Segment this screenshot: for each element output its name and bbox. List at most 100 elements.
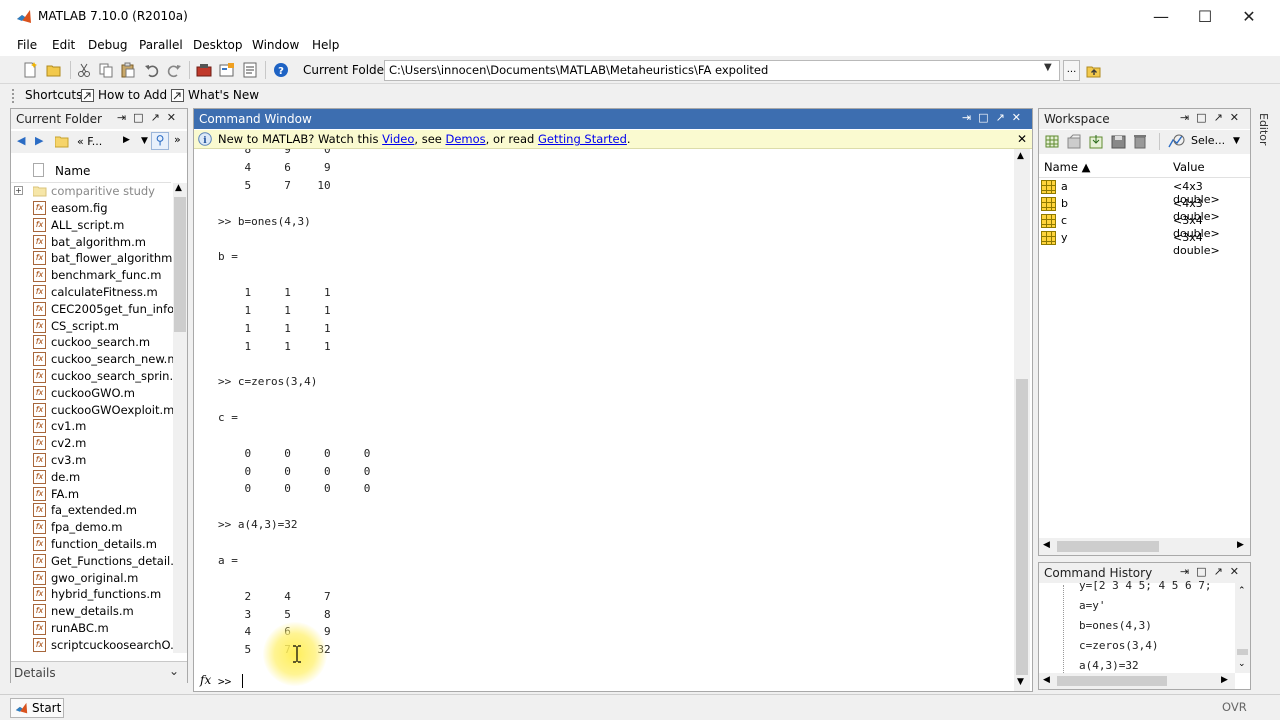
simulink-icon[interactable] — [196, 62, 212, 78]
file-row[interactable]: fx de.m — [11, 469, 173, 486]
video-link[interactable]: Video — [382, 132, 414, 146]
file-row[interactable]: fx cuckoo_search_new.m — [11, 351, 173, 368]
history-entry[interactable]: c=zeros(3,4) — [1079, 639, 1158, 652]
file-row[interactable]: fx cuckoo_search.m — [11, 334, 173, 351]
maximize-button[interactable]: ☐ — [1182, 4, 1228, 30]
workspace-variable-row[interactable]: y <3x4 double> — [1039, 230, 1250, 257]
menu-parallel[interactable]: Parallel — [139, 38, 183, 52]
file-row[interactable]: fx bat_flower_algorithm... — [11, 250, 173, 267]
scrollbar-thumb[interactable] — [1057, 541, 1159, 552]
copy-icon[interactable] — [98, 62, 114, 78]
open-folder-icon[interactable] — [46, 62, 62, 78]
history-entry[interactable]: a(4,3)=32 — [1079, 659, 1139, 672]
details-section[interactable]: Details ⌄ — [11, 661, 187, 683]
chevron-down-icon[interactable]: ▼ — [1044, 62, 1052, 73]
profiler-icon[interactable] — [242, 62, 258, 78]
file-row[interactable]: fx fpa_demo.m — [11, 519, 173, 536]
panel-controls[interactable]: ⇥□↗✕ — [1180, 565, 1246, 578]
scrollbar-thumb[interactable] — [174, 197, 186, 332]
file-row[interactable]: fx cv2.m — [11, 435, 173, 452]
panel-controls[interactable]: ⇥□↗✕ — [962, 111, 1028, 124]
file-row[interactable]: fx cuckooGWOexploit.m — [11, 402, 173, 419]
fx-icon[interactable]: fx — [200, 673, 211, 687]
file-row[interactable]: fx cuckooGWO.m — [11, 385, 173, 402]
workspace-variable-row[interactable]: b <4x3 double> — [1039, 196, 1250, 223]
search-icon[interactable]: ⚲ — [151, 132, 169, 150]
scroll-up-icon[interactable]: ⌃ — [1238, 586, 1246, 596]
file-row[interactable]: fx cv3.m — [11, 452, 173, 469]
save-workspace-icon[interactable] — [1111, 134, 1126, 149]
whats-new-link[interactable]: What's New — [188, 88, 259, 102]
chevron-down-icon[interactable]: ▼ — [141, 136, 148, 146]
file-row[interactable]: fx scriptcuckoosearchO... — [11, 637, 173, 653]
new-file-icon[interactable] — [22, 62, 38, 78]
cut-icon[interactable] — [76, 62, 92, 78]
expand-icon[interactable]: + — [14, 186, 23, 195]
forward-arrow-icon[interactable]: ▶ — [35, 134, 43, 147]
up-folder-icon[interactable] — [1086, 63, 1102, 79]
command-output[interactable]: 8 9 0 4 6 9 5 7 10 >> b=ones(4,3) b = 1 1 … — [194, 149, 1014, 673]
menu-file[interactable]: File — [17, 38, 37, 52]
help-icon[interactable]: ? — [273, 62, 289, 78]
file-list-scrollbar[interactable]: ▲ — [173, 183, 187, 653]
history-vscrollbar[interactable]: ⌃ ⌄ — [1235, 583, 1250, 673]
menu-debug[interactable]: Debug — [88, 38, 127, 52]
how-to-add-link[interactable]: How to Add — [98, 88, 167, 102]
scroll-up-icon[interactable]: ▲ — [175, 183, 182, 193]
file-row[interactable]: fx Get_Functions_detail... — [11, 553, 173, 570]
file-row[interactable]: fx cv1.m — [11, 418, 173, 435]
scroll-left-icon[interactable]: ◀ — [1043, 675, 1050, 685]
file-row[interactable]: fx calculateFitness.m — [11, 284, 173, 301]
history-entry[interactable]: y=[2 3 4 5; 4 5 6 7; — [1079, 579, 1211, 592]
open-variable-icon[interactable] — [1067, 134, 1082, 149]
scrollbar-thumb[interactable] — [1057, 676, 1167, 686]
undo-icon[interactable] — [144, 62, 160, 78]
scrollbar-thumb[interactable] — [1016, 379, 1028, 675]
menu-help[interactable]: Help — [312, 38, 339, 52]
close-banner-icon[interactable]: ✕ — [1017, 132, 1027, 146]
scroll-up-icon[interactable]: ▲ — [1017, 151, 1024, 161]
select-data-dropdown[interactable]: Sele... — [1191, 134, 1225, 147]
file-row[interactable]: fx bat_algorithm.m — [11, 234, 173, 251]
scroll-down-icon[interactable]: ⌄ — [1238, 659, 1246, 669]
scrollbar-thumb[interactable] — [1237, 649, 1248, 655]
name-column-header[interactable]: Name ▲ — [1044, 160, 1090, 174]
back-arrow-icon[interactable]: ◀ — [17, 134, 25, 147]
close-button[interactable]: ✕ — [1226, 4, 1272, 30]
chevron-down-icon[interactable]: ⌄ — [169, 664, 179, 678]
file-row[interactable]: fx easom.fig — [11, 200, 173, 217]
minimize-button[interactable]: — — [1138, 4, 1184, 30]
getting-started-link[interactable]: Getting Started — [538, 132, 627, 146]
file-row[interactable]: fx runABC.m — [11, 620, 173, 637]
workspace-variable-row[interactable]: c <3x4 double> — [1039, 213, 1250, 240]
workspace-hscrollbar[interactable]: ◀ ▶ — [1039, 538, 1250, 555]
file-row[interactable]: fx cuckoo_search_sprin... — [11, 368, 173, 385]
menu-window[interactable]: Window — [252, 38, 299, 52]
more-actions-icon[interactable]: » — [174, 133, 181, 146]
file-row[interactable]: fx gwo_original.m — [11, 570, 173, 587]
file-row[interactable]: fx new_details.m — [11, 603, 173, 620]
command-window-scrollbar[interactable]: ▲ ▼ — [1014, 149, 1030, 691]
file-row[interactable]: fx ALL_script.m — [11, 217, 173, 234]
paste-icon[interactable] — [120, 62, 136, 78]
panel-controls[interactable]: ⇥□↗✕ — [1180, 111, 1246, 124]
file-row[interactable]: fx CS_script.m — [11, 318, 173, 335]
start-button[interactable]: Start — [10, 698, 64, 718]
file-row[interactable]: fx fa_extended.m — [11, 502, 173, 519]
current-folder-field[interactable]: C:\Users\innocen\Documents\MATLAB\Metahe… — [384, 60, 1060, 81]
browse-folder-button[interactable]: ... — [1063, 60, 1080, 81]
import-data-icon[interactable] — [1089, 134, 1104, 149]
redo-icon[interactable] — [166, 62, 182, 78]
history-hscrollbar[interactable]: ◀ ▶ — [1039, 673, 1235, 689]
history-entry[interactable]: a=y' — [1079, 599, 1106, 612]
scroll-down-icon[interactable]: ▼ — [1017, 677, 1024, 687]
editor-tab[interactable]: Editor — [1254, 113, 1270, 159]
scroll-right-icon[interactable]: ▶ — [1221, 675, 1228, 685]
file-row[interactable]: fx benchmark_func.m — [11, 267, 173, 284]
demos-link[interactable]: Demos — [446, 132, 486, 146]
plot-selector-icon[interactable] — [1167, 134, 1187, 149]
folder-row[interactable]: + comparitive study — [11, 183, 173, 200]
scroll-right-icon[interactable]: ▶ — [1237, 540, 1244, 550]
scroll-left-icon[interactable]: ◀ — [1043, 540, 1050, 550]
menu-edit[interactable]: Edit — [52, 38, 75, 52]
